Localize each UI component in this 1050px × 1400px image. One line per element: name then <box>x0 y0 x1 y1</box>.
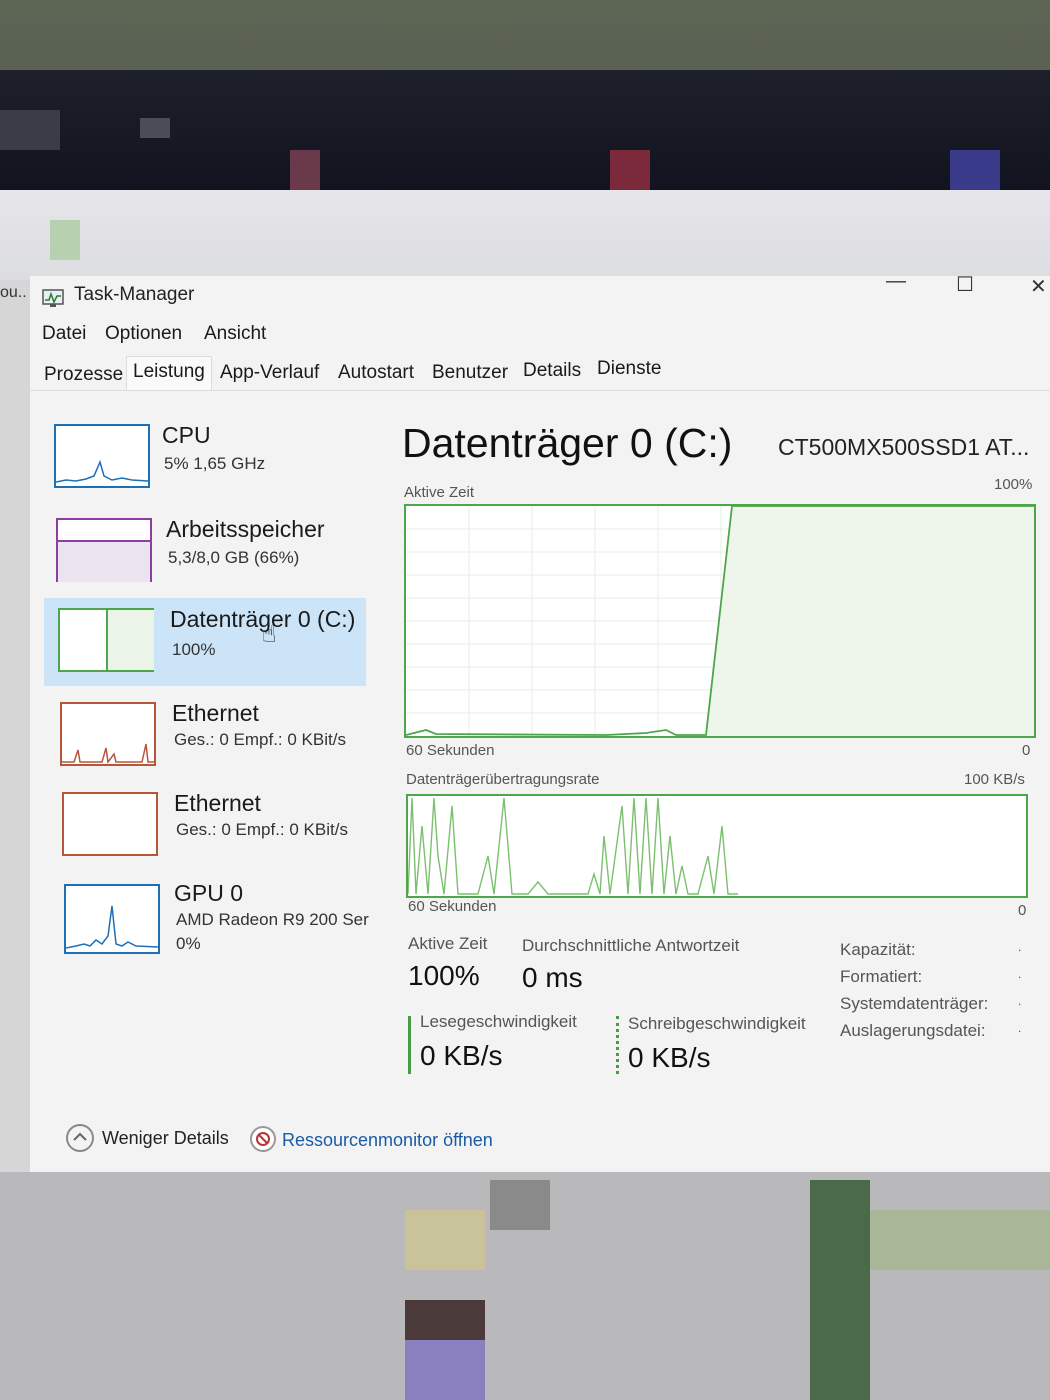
ethernet-2-throughput: Ges.: 0 Empf.: 0 KBit/s <box>176 820 348 839</box>
ethernet-2-title: Ethernet <box>174 790 261 816</box>
ethernet-1-title: Ethernet <box>172 700 259 726</box>
active-time-graph <box>404 504 1036 738</box>
read-speed-label: Lesegeschwindigkeit <box>420 1012 577 1031</box>
formatted-label: Formatiert: <box>840 967 923 986</box>
menu-optionen[interactable]: Optionen <box>105 323 182 345</box>
pixelated-block <box>810 1180 870 1400</box>
active-time-graph-timespan: 60 Sekunden <box>406 742 495 759</box>
resource-item-memory[interactable]: Arbeitsspeicher 5,3/8,0 GB (66%) <box>44 510 366 596</box>
active-time-value: 100% <box>408 960 480 991</box>
menu-datei[interactable]: Datei <box>42 323 86 345</box>
transfer-rate-graph-timespan: 60 Sekunden <box>408 898 497 915</box>
tab-bar: Prozesse Leistung App-Verlauf Autostart … <box>30 356 1050 391</box>
task-manager-window: Task-Manager — ☐ ✕ Datei Optionen Ansich… <box>30 270 1050 1172</box>
pixelated-block <box>290 150 320 190</box>
tab-app-verlauf[interactable]: App-Verlauf <box>220 362 319 384</box>
gpu-title: GPU 0 <box>174 880 244 906</box>
ethernet-2-thumbnail-graph <box>62 792 158 856</box>
window-title: Task-Manager <box>74 284 195 305</box>
active-time-graph-label: Aktive Zeit <box>404 484 475 501</box>
resource-item-cpu[interactable]: CPU 5% 1,65 GHz <box>44 418 366 504</box>
write-speed-value: 0 KB/s <box>628 1042 711 1073</box>
pixelated-block <box>490 1180 550 1230</box>
disk-thumbnail-graph <box>58 608 154 672</box>
cpu-usage: 5% 1,65 GHz <box>164 454 266 473</box>
pixelated-block <box>610 150 650 190</box>
resource-monitor-icon <box>250 1126 276 1152</box>
system-disk-value: . <box>1018 994 1022 1008</box>
transfer-rate-graph-label: Datenträgerübertragungsrate <box>406 771 600 788</box>
gpu-thumbnail-graph <box>64 884 160 954</box>
pixelated-block <box>140 118 170 138</box>
write-speed-indicator <box>616 1016 619 1074</box>
tab-autostart[interactable]: Autostart <box>338 362 414 384</box>
resource-list: CPU 5% 1,65 GHz Arbeitsspeicher 5,3/8,0 … <box>44 406 369 1006</box>
read-speed-value: 0 KB/s <box>420 1040 503 1071</box>
page-file-label: Auslagerungsdatei: <box>840 1021 986 1040</box>
minimize-button[interactable]: — <box>886 270 906 293</box>
page-file-value: . <box>1018 1021 1022 1035</box>
gpu-usage: 0% <box>176 934 201 953</box>
background-left <box>0 280 30 1172</box>
close-button[interactable]: ✕ <box>1030 274 1047 299</box>
capacity-value: . <box>1018 940 1022 954</box>
ethernet-1-thumbnail-graph <box>60 702 156 766</box>
disk-usage: 100% <box>172 640 216 659</box>
title-bar: Task-Manager — ☐ ✕ <box>30 270 1050 316</box>
write-speed-label: Schreibgeschwindigkeit <box>628 1014 806 1033</box>
pixelated-block <box>405 1210 485 1270</box>
resource-monitor-link[interactable]: Ressourcenmonitor öffnen <box>282 1130 493 1151</box>
background-top <box>0 0 1050 280</box>
resource-item-gpu[interactable]: GPU 0 AMD Radeon R9 200 Ser 0% <box>44 876 369 972</box>
maximize-button[interactable]: ☐ <box>956 272 974 297</box>
pixelated-block <box>405 1300 485 1340</box>
active-time-graph-max: 100% <box>994 476 1033 493</box>
formatted-value: . <box>1018 967 1022 981</box>
tab-prozesse[interactable]: Prozesse <box>44 364 123 386</box>
capacity-label: Kapazität: <box>840 940 916 959</box>
cpu-thumbnail-graph <box>54 424 150 488</box>
disk-detail-title: Datenträger 0 (C:) <box>402 420 733 466</box>
gpu-model: AMD Radeon R9 200 Ser <box>176 910 369 929</box>
menu-ansicht[interactable]: Ansicht <box>204 323 266 345</box>
pixelated-block <box>0 110 60 150</box>
disk-model: CT500MX500SSD1 AT... <box>778 434 1030 460</box>
pixelated-block <box>50 220 80 260</box>
resource-item-ethernet-1[interactable]: Ethernet Ges.: 0 Empf.: 0 KBit/s <box>44 694 366 780</box>
pixelated-block <box>950 150 1000 190</box>
tab-leistung[interactable]: Leistung <box>126 356 212 390</box>
active-time-label: Aktive Zeit <box>408 934 488 953</box>
outside-window-label: ou.. <box>0 284 27 301</box>
active-time-graph-min: 0 <box>1022 742 1031 759</box>
read-speed-indicator <box>408 1016 411 1074</box>
system-disk-label: Systemdatenträger: <box>840 994 989 1013</box>
response-time-label: Durchschnittliche Antwortzeit <box>522 936 740 955</box>
resource-item-disk[interactable]: Datenträger 0 (C:) 100% ☝ <box>44 598 366 686</box>
memory-usage: 5,3/8,0 GB (66%) <box>168 548 300 567</box>
cpu-title: CPU <box>162 422 211 448</box>
memory-title: Arbeitsspeicher <box>166 516 325 542</box>
transfer-rate-graph <box>406 794 1028 898</box>
tab-details[interactable]: Details <box>523 360 581 382</box>
hand-cursor-icon: ☝ <box>262 621 277 648</box>
resource-item-ethernet-2[interactable]: Ethernet Ges.: 0 Empf.: 0 KBit/s <box>44 786 366 872</box>
ethernet-1-throughput: Ges.: 0 Empf.: 0 KBit/s <box>174 730 346 749</box>
chevron-up-icon[interactable] <box>66 1124 94 1152</box>
less-details-button[interactable]: Weniger Details <box>102 1128 229 1149</box>
tab-benutzer[interactable]: Benutzer <box>432 362 508 384</box>
transfer-rate-graph-min: 0 <box>1018 902 1027 919</box>
pixelated-block <box>870 1210 1050 1270</box>
pixelated-block <box>405 1340 485 1400</box>
tab-dienste[interactable]: Dienste <box>597 358 661 380</box>
task-manager-icon <box>42 289 64 307</box>
response-time-value: 0 ms <box>522 962 583 993</box>
memory-thumbnail-graph <box>56 518 152 582</box>
transfer-rate-graph-max: 100 KB/s <box>964 771 1025 788</box>
